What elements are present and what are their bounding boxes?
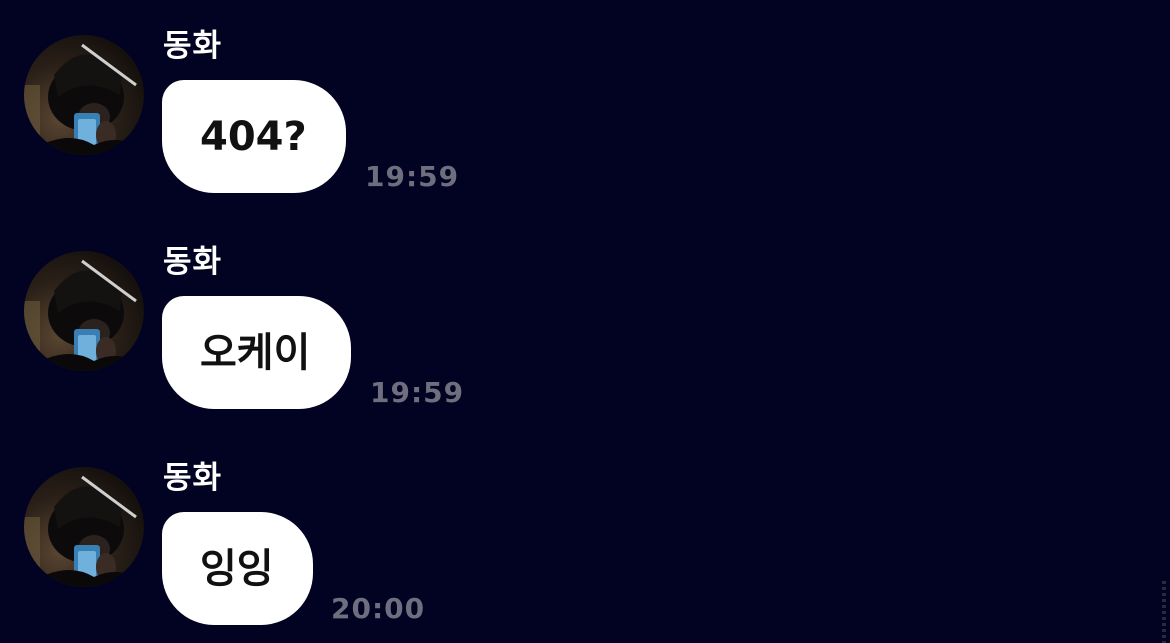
scrollbar-edge	[1162, 581, 1166, 643]
message-text: 404?	[200, 113, 307, 160]
sender-name: 동화	[163, 28, 223, 64]
profile-photo-icon	[24, 475, 144, 587]
sender-name: 동화	[163, 460, 223, 496]
message-bubble[interactable]: 잉잉	[162, 512, 313, 625]
profile-photo-avatar[interactable]	[24, 467, 144, 587]
message-timestamp: 19:59	[365, 160, 460, 193]
message-row: 동화 오케이 19:59	[0, 216, 1170, 416]
message-row: 동화 404? 19:59	[0, 0, 1170, 200]
profile-photo-icon	[24, 259, 144, 371]
sender-name: 동화	[163, 244, 223, 280]
profile-photo-icon	[24, 43, 144, 155]
message-timestamp: 20:00	[331, 592, 426, 625]
profile-photo-avatar[interactable]	[24, 251, 144, 371]
message-bubble[interactable]: 404?	[162, 80, 346, 193]
message-text: 잉잉	[200, 545, 274, 592]
profile-photo-avatar[interactable]	[24, 35, 144, 155]
message-timestamp: 19:59	[370, 376, 465, 409]
message-row: 동화 잉잉 20:00	[0, 432, 1170, 632]
message-bubble[interactable]: 오케이	[162, 296, 351, 409]
message-text: 오케이	[200, 329, 311, 376]
